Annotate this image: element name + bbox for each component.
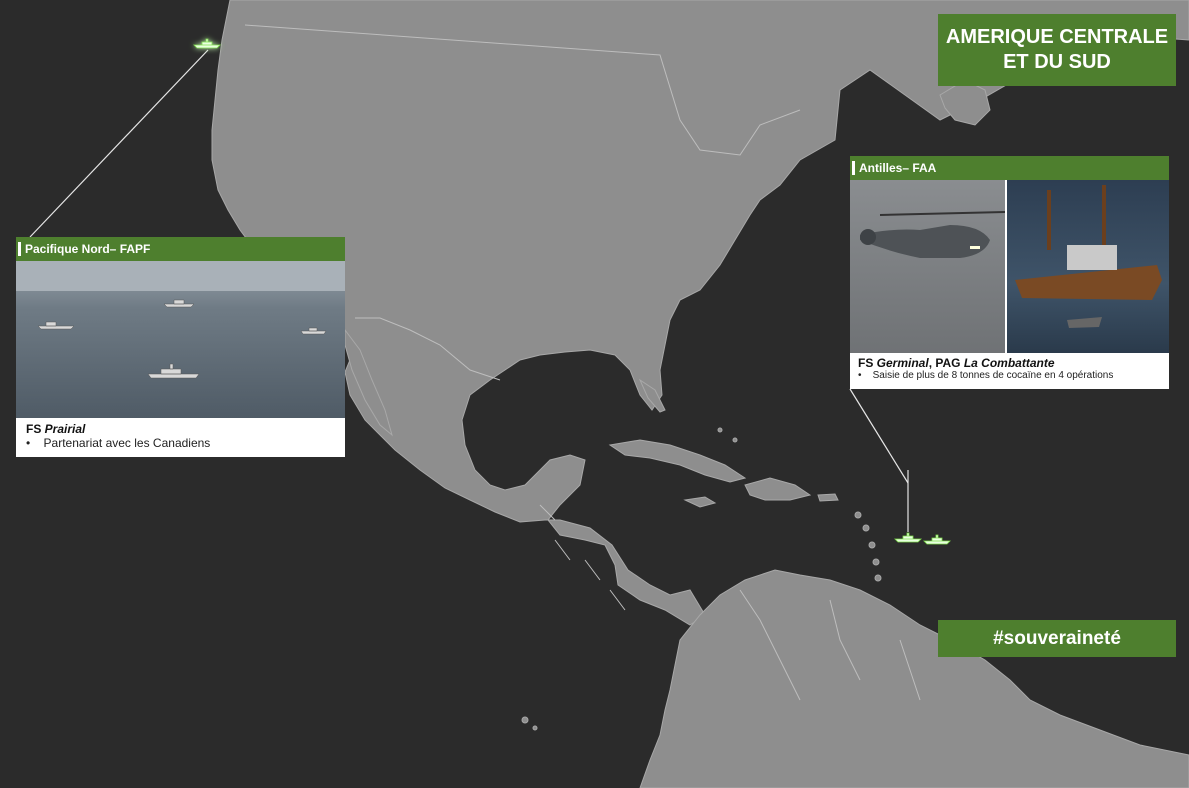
hispaniola <box>744 477 812 501</box>
pacific-photo <box>16 261 345 418</box>
antilles-card: Antilles– FAA FS Germinal, PAG La Combat… <box>850 156 1169 389</box>
bullet-icon: • <box>26 436 44 450</box>
antilles-card-header: Antilles– FAA <box>850 156 1169 180</box>
ship-icon[interactable] <box>922 532 952 545</box>
ship-icon[interactable] <box>893 530 923 543</box>
lesser-antilles <box>717 427 882 582</box>
cuba <box>608 439 747 483</box>
antilles-card-bullet: • Saisie de plus de 8 tonnes de cocaïne … <box>858 370 1114 381</box>
pacific-card-header: Pacifique Nord– FAPF <box>16 237 345 261</box>
pacific-ships-photo <box>16 261 345 379</box>
helicopter-photo <box>850 180 1006 353</box>
antilles-card-title: FS Germinal, PAG La Combattante <box>858 356 1055 370</box>
pacific-card-title: FS Prairial <box>26 422 86 436</box>
bullet-icon: • <box>858 370 873 381</box>
pacific-card-bullet: • Partenariat avec les Canadiens <box>26 436 211 450</box>
south-america-landmass <box>639 569 1189 788</box>
ship-icon[interactable] <box>192 36 222 49</box>
trawler-photo <box>1007 180 1169 353</box>
pacific-card: Pacifique Nord– FAPF FS Prairial • Parte… <box>16 237 345 457</box>
region-title-line2: ET DU SUD <box>1003 51 1111 73</box>
jamaica <box>683 496 717 508</box>
puerto-rico <box>817 493 839 502</box>
hashtag-badge: #souveraineté <box>938 620 1176 657</box>
galapagos <box>521 716 538 731</box>
pacific-leader-line <box>29 49 209 238</box>
antilles-leader-line <box>849 388 909 484</box>
region-title: AMERIQUE CENTRALE ET DU SUD <box>938 14 1176 86</box>
region-title-line1: AMERIQUE CENTRALE <box>945 26 1169 48</box>
